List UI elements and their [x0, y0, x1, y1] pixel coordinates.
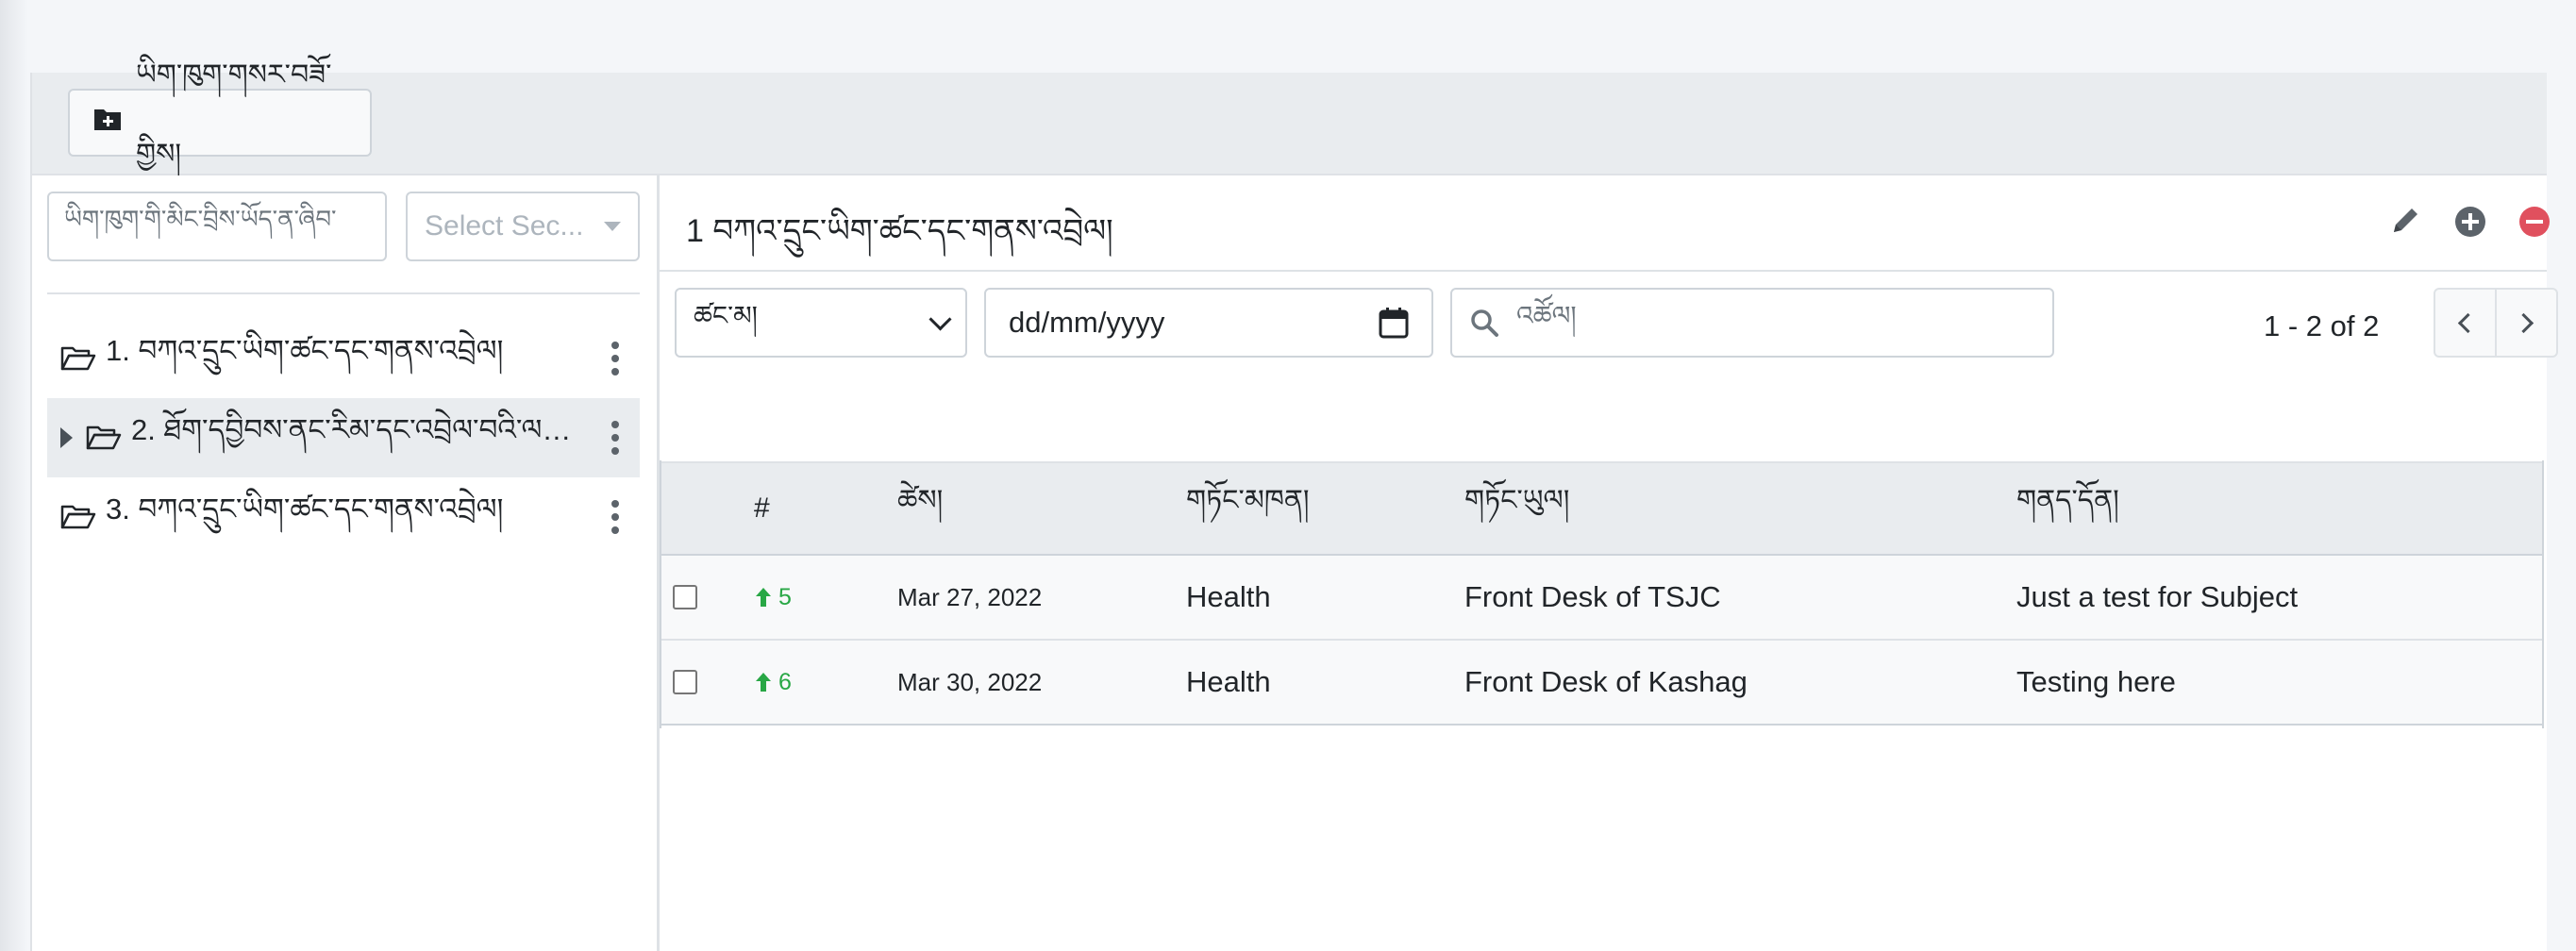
folder-open-icon — [60, 345, 96, 372]
column-header-sender: གཏོང་མཁན། — [1186, 461, 1464, 556]
column-header-date: ཚེས། — [897, 461, 1186, 556]
chevron-left-icon — [2457, 312, 2479, 333]
status-select-value: ཚང་མ། — [694, 300, 758, 330]
table-header-row: # ཚེས། གཏོང་མཁན། གཏོང་ཡུལ། གནད་དོན། — [660, 461, 2544, 556]
prev-page-button[interactable] — [2435, 290, 2497, 356]
pagination-info: 1 - 2 of 2 — [2264, 309, 2380, 342]
expand-arrow-icon[interactable] — [60, 427, 73, 448]
kebab-menu-icon[interactable] — [611, 500, 619, 534]
folder-item-3[interactable]: 3. བཀའ་དྲུང་ཡིག་ཚང་དང་གནས་འབྲེལ། — [47, 477, 640, 557]
column-header-subject: གནད་དོན། — [2016, 461, 2544, 556]
kebab-menu-icon[interactable] — [611, 421, 619, 455]
arrow-up-icon — [756, 673, 771, 692]
number-cell: 6 — [754, 640, 897, 726]
sender-cell: Health — [1186, 555, 1464, 641]
folder-item-1[interactable]: 1. བཀའ་དྲུང་ཡིག་ཚང་དང་གནས་འབྲེལ། — [47, 319, 640, 398]
window-left-edge — [0, 0, 28, 951]
column-header-number: # — [754, 461, 897, 556]
divider — [47, 292, 640, 294]
folder-label: 2. ཐོག་དབྱིབས་ནང་རིམ་དང་འབྲེལ་བའི་ལས་... — [131, 412, 575, 446]
date-placeholder: dd/mm/yyyy — [1009, 306, 1165, 339]
sender-cell: Health — [1186, 640, 1464, 726]
section-select-value: Select Sec... — [425, 210, 584, 242]
table-row[interactable]: 5 Mar 27, 2022 Health Front Desk of TSJC… — [660, 555, 2544, 641]
select-column-header — [660, 461, 754, 556]
date-cell: Mar 27, 2022 — [897, 555, 1186, 641]
documents-table: # ཚེས། གཏོང་མཁན། གཏོང་ཡུལ། གནད་དོན། 5 Ma… — [660, 461, 2544, 726]
pencil-icon[interactable] — [2388, 204, 2424, 240]
folder-label: 1. བཀའ་དྲུང་ཡིག་ཚང་དང་གནས་འབྲེལ། — [106, 333, 504, 367]
section-select[interactable]: Select Sec... — [406, 192, 640, 261]
search-placeholder: འཚོལ། — [1516, 300, 1577, 330]
folder-content: 1 བཀའ་དྲུང་ཡིག་ཚང་དང་གནས་འབྲེལ། ཚང་མ། dd… — [660, 175, 2558, 951]
chevron-right-icon — [2513, 312, 2534, 333]
arrow-up-icon — [756, 588, 771, 607]
recipient-cell: Front Desk of TSJC — [1464, 555, 2016, 641]
folder-open-icon — [86, 425, 122, 451]
content-header: 1 བཀའ་དྲུང་ཡིག་ཚང་དང་གནས་འབྲེལ། — [660, 175, 2550, 272]
table-row[interactable]: 6 Mar 30, 2022 Health Front Desk of Kash… — [660, 640, 2544, 726]
folder-label: 3. བཀའ་དྲུང་ཡིག་ཚང་དང་གནས་འབྲེལ། — [106, 492, 504, 526]
next-page-button[interactable] — [2497, 290, 2556, 356]
folder-tree: 1. བཀའ་དྲུང་ཡིག་ཚང་དང་གནས་འབྲེལ། 2. ཐོག་… — [47, 319, 640, 557]
new-folder-button[interactable]: ཡིག་ཁུག་གསར་བཟོ་གྱིས། — [68, 59, 372, 170]
search-icon — [1471, 309, 1498, 337]
folder-search-input[interactable]: ཡིག་ཁུག་གི་མིང་བྲིས་ཡོད་ན་ཞིབ་ — [47, 192, 387, 261]
column-header-recipient: གཏོང་ཡུལ། — [1464, 461, 2016, 556]
subject-cell: Testing here — [2016, 640, 2544, 726]
main-panel: ཡིག་ཁུག་གསར་བཟོ་གྱིས། ཡིག་ཁུག་གི་མིང་བྲི… — [30, 59, 2558, 951]
folder-sidebar: ཡིག་ཁུག་གི་མིང་བྲིས་ཡོད་ན་ཞིབ་ Select Se… — [32, 175, 660, 951]
folder-open-icon — [60, 504, 96, 530]
row-select-cell — [660, 640, 754, 726]
status-select[interactable]: ཚང་མ། — [675, 288, 967, 358]
row-number: 6 — [778, 668, 792, 695]
row-checkbox[interactable] — [673, 585, 697, 609]
recipient-cell: Front Desk of Kashag — [1464, 640, 2016, 726]
folder-plus-icon — [92, 106, 123, 140]
subject-cell: Just a test for Subject — [2016, 555, 2544, 641]
row-checkbox[interactable] — [673, 670, 697, 694]
filter-bar: ཚང་མ། dd/mm/yyyy འཚོལ། 1 - 2 of 2 — [660, 272, 2558, 388]
folder-item-2[interactable]: 2. ཐོག་དབྱིབས་ནང་རིམ་དང་འབྲེལ་བའི་ལས་... — [47, 398, 640, 477]
kebab-menu-icon[interactable] — [611, 342, 619, 375]
pagination-controls — [2434, 288, 2558, 358]
calendar-icon[interactable] — [1379, 307, 1409, 339]
date-cell: Mar 30, 2022 — [897, 640, 1186, 726]
date-input[interactable]: dd/mm/yyyy — [984, 288, 1433, 358]
add-circle-icon[interactable] — [2452, 204, 2488, 240]
number-cell: 5 — [754, 555, 897, 641]
remove-circle-icon[interactable] — [2517, 204, 2552, 240]
caret-down-icon — [604, 222, 621, 231]
row-select-cell — [660, 555, 754, 641]
top-toolbar: ཡིག་ཁུག་གསར་བཟོ་གྱིས། — [32, 59, 2547, 175]
row-number: 5 — [778, 583, 792, 610]
chevron-down-icon — [928, 307, 952, 331]
search-input[interactable]: འཚོལ། — [1450, 288, 2054, 358]
